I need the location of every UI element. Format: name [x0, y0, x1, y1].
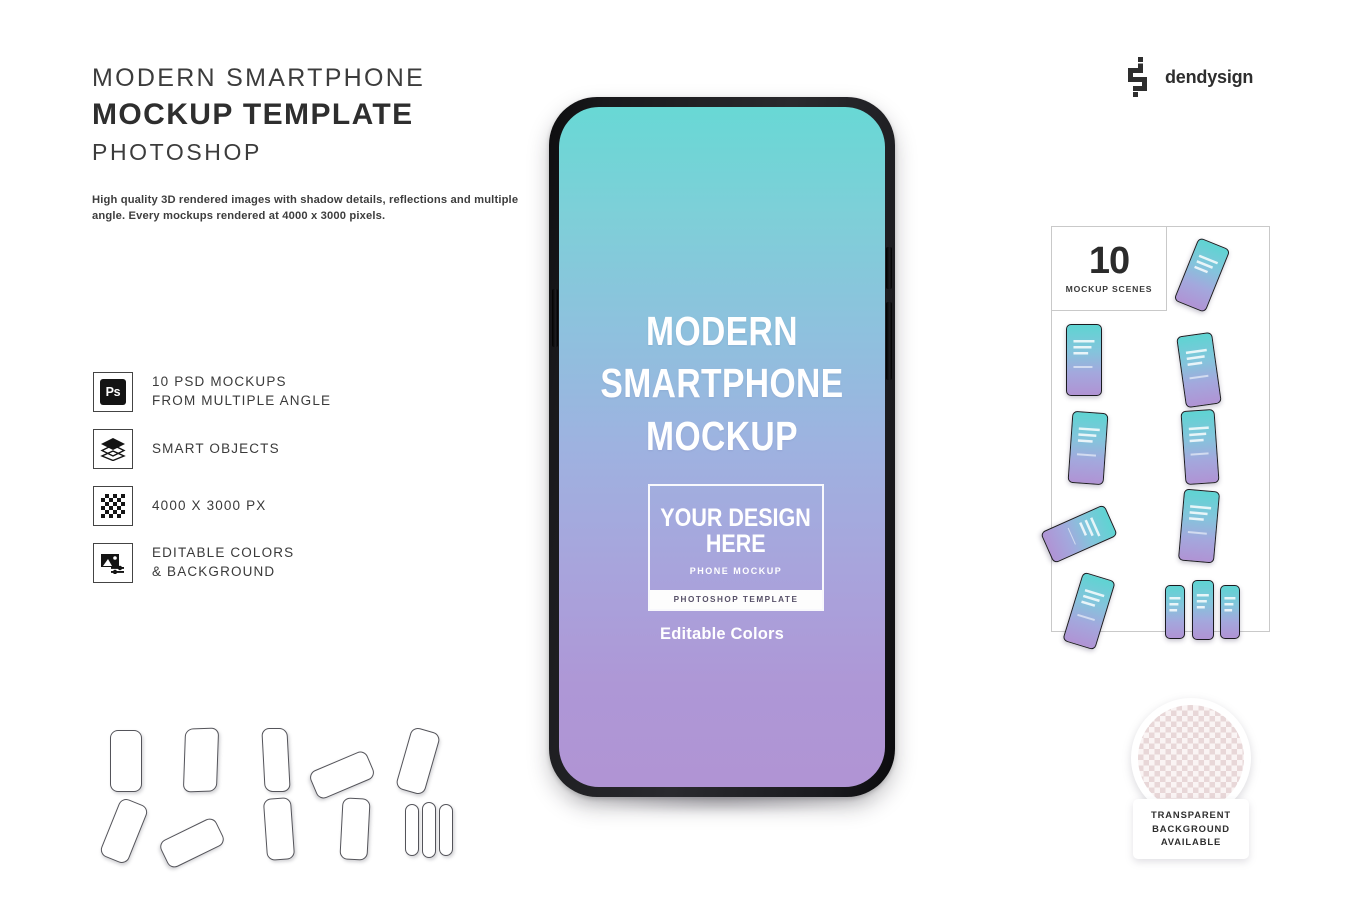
title-line-modern-smartphone: MODERN SMARTPHONE — [92, 64, 426, 92]
scene-thumbnail — [1040, 504, 1118, 564]
scene-thumbnail — [1066, 324, 1102, 396]
wireframe-phone-outline — [439, 804, 453, 856]
design-box-line2: HERE — [706, 529, 766, 558]
feature-item-psd-mockups: Ps 10 PSD MOCKUPS FROM MULTIPLE ANGLE — [93, 372, 453, 412]
phone-frame: MODERN SMARTPHONE MOCKUP YOUR DESIGN HER… — [549, 97, 895, 797]
scene-thumbnail — [1067, 410, 1109, 486]
screen-headline: MODERN SMARTPHONE MOCKUP — [600, 308, 844, 459]
page-description: High quality 3D rendered images with sha… — [92, 193, 519, 223]
feature-label: SMART OBJECTS — [152, 440, 280, 456]
checkerboard-pattern-icon — [1138, 705, 1244, 811]
transparent-badge-label: TRANSPARENT BACKGROUND AVAILABLE — [1133, 799, 1249, 859]
wireframe-phone-outline — [394, 726, 442, 796]
main-phone-mockup: MODERN SMARTPHONE MOCKUP YOUR DESIGN HER… — [541, 97, 901, 817]
scene-thumbnail — [1173, 237, 1231, 313]
feature-item-editable-colors: EDITABLE COLORS & BACKGROUND — [93, 543, 453, 583]
feature-label: 4000 X 3000 PX — [152, 497, 267, 513]
brand-logo: dendysign — [1126, 57, 1253, 97]
scene-thumbnail — [1165, 585, 1185, 639]
scenes-count-badge: 10 MOCKUP SCENES — [1051, 226, 1167, 311]
phone-power-button[interactable] — [552, 289, 558, 347]
wireframe-phone-outline — [422, 802, 436, 858]
logo-text: dendysign — [1165, 66, 1254, 87]
scenes-caption: MOCKUP SCENES — [1065, 284, 1153, 295]
checkerboard-icon — [93, 486, 133, 526]
wireframe-phone-outline — [262, 797, 296, 861]
design-box-line1: YOUR DESIGN — [660, 503, 812, 532]
wireframe-phone-outline — [157, 815, 227, 871]
wireframe-phone-outline — [182, 727, 220, 793]
editable-colors-label: Editable Colors — [659, 625, 785, 643]
scene-thumbnail — [1177, 488, 1221, 564]
transparent-background-badge: TRANSPARENT BACKGROUND AVAILABLE — [1131, 698, 1251, 859]
scene-thumbnail — [1180, 408, 1220, 486]
scene-thumbnail — [1176, 331, 1222, 409]
phone-volume-down-button[interactable] — [886, 302, 892, 380]
layers-icon — [93, 429, 133, 469]
mockup-presentation-page: MODERN SMARTPHONE MOCKUP TEMPLATE PHOTOS… — [0, 0, 1370, 913]
wireframe-angle-group — [98, 722, 465, 871]
feature-item-dimensions: 4000 X 3000 PX — [93, 486, 453, 526]
page-title-block: MODERN SMARTPHONE MOCKUP TEMPLATE PHOTOS… — [92, 63, 552, 225]
design-box-strip: PHOTOSHOP TEMPLATE — [650, 590, 822, 609]
phone-screen: MODERN SMARTPHONE MOCKUP YOUR DESIGN HER… — [559, 107, 885, 787]
your-design-here-box: YOUR DESIGN HERE PHONE MOCKUP PHOTOSHOP … — [648, 484, 824, 611]
wireframe-phone-outline — [339, 797, 371, 861]
image-settings-icon — [93, 543, 133, 583]
scene-thumbnail — [1220, 585, 1240, 639]
wireframe-phone-outline — [307, 749, 377, 801]
mockup-scenes-panel: 10 MOCKUP SCENES — [1040, 226, 1270, 651]
phone-volume-up-button[interactable] — [886, 247, 892, 289]
feature-label: 10 PSD MOCKUPS FROM MULTIPLE ANGLE — [152, 374, 332, 408]
photoshop-icon: Ps — [93, 372, 133, 412]
scene-thumbnail — [1192, 580, 1214, 640]
wireframe-phone-outline — [98, 796, 150, 866]
wireframe-phone-outline — [110, 730, 142, 792]
wireframe-phone-outline — [405, 804, 419, 856]
title-line-mockup-template: MOCKUP TEMPLATE — [92, 98, 414, 132]
feature-item-smart-objects: SMART OBJECTS — [93, 429, 453, 469]
feature-label: EDITABLE COLORS & BACKGROUND — [152, 545, 295, 579]
scene-thumbnail — [1062, 571, 1116, 651]
feature-list: Ps 10 PSD MOCKUPS FROM MULTIPLE ANGLE SM… — [93, 372, 453, 600]
title-line-photoshop: PHOTOSHOP — [92, 138, 262, 165]
dendysign-logo-mark-icon — [1126, 57, 1154, 97]
design-box-subtitle: PHONE MOCKUP — [689, 565, 783, 576]
scenes-count: 10 — [1088, 239, 1130, 282]
wireframe-phone-outline — [261, 728, 291, 792]
